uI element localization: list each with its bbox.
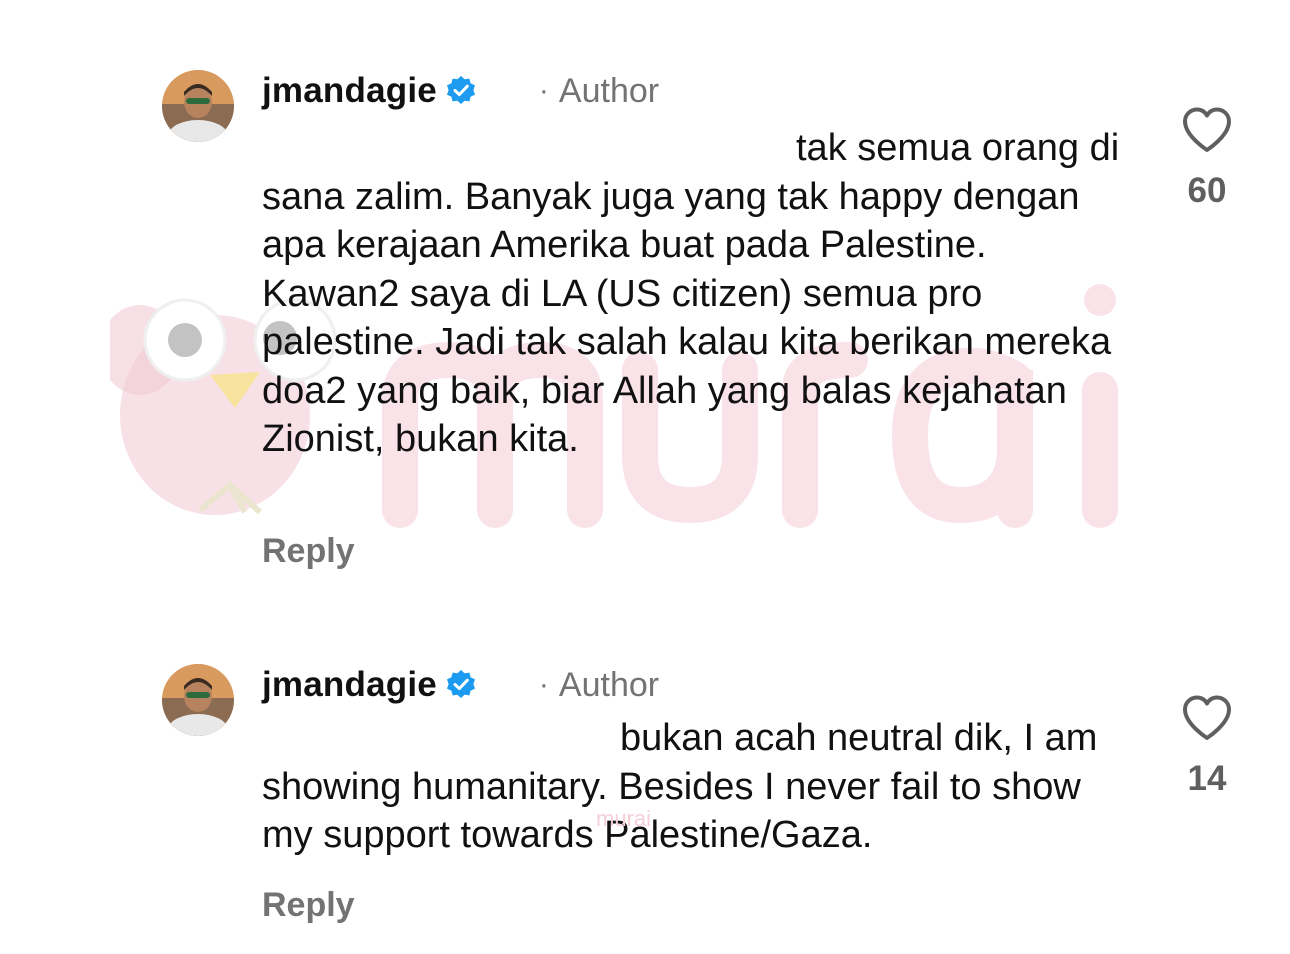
avatar[interactable] — [162, 664, 234, 736]
reply-button[interactable]: Reply — [262, 886, 355, 925]
like-count: 60 — [1187, 171, 1227, 210]
like-count: 14 — [1187, 759, 1227, 798]
author-tag: · Author — [539, 72, 659, 111]
separator-dot: · — [538, 74, 549, 107]
author-label: Author — [558, 665, 660, 704]
verified-badge-icon — [445, 75, 477, 107]
verified-badge-icon — [445, 669, 477, 701]
comment-header: jmandagie · Author — [262, 66, 659, 116]
username[interactable]: jmandagie — [262, 665, 437, 705]
avatar[interactable] — [162, 70, 234, 142]
profile-photo — [162, 70, 234, 142]
author-label: Author — [558, 71, 660, 110]
heart-outline-icon[interactable] — [1181, 106, 1233, 154]
author-tag: · Author — [539, 666, 659, 705]
username[interactable]: jmandagie — [262, 71, 437, 111]
heart-outline-icon[interactable] — [1181, 694, 1233, 742]
like-section: 14 — [1170, 694, 1244, 799]
comment-body: tak semua orang di sana zalim. Banyak ju… — [262, 127, 1120, 460]
comment-header: jmandagie · Author — [262, 660, 659, 710]
reply-button[interactable]: Reply — [262, 532, 355, 571]
comment-body: bukan acah neutral dik, I am showing hum… — [262, 717, 1098, 856]
separator-dot: · — [538, 668, 549, 701]
like-section: 60 — [1170, 106, 1244, 211]
comment-text: tak semua orang di sana zalim. Banyak ju… — [262, 124, 1132, 464]
profile-photo — [162, 664, 234, 736]
comment-text: bukan acah neutral dik, I am showing hum… — [262, 714, 1132, 860]
